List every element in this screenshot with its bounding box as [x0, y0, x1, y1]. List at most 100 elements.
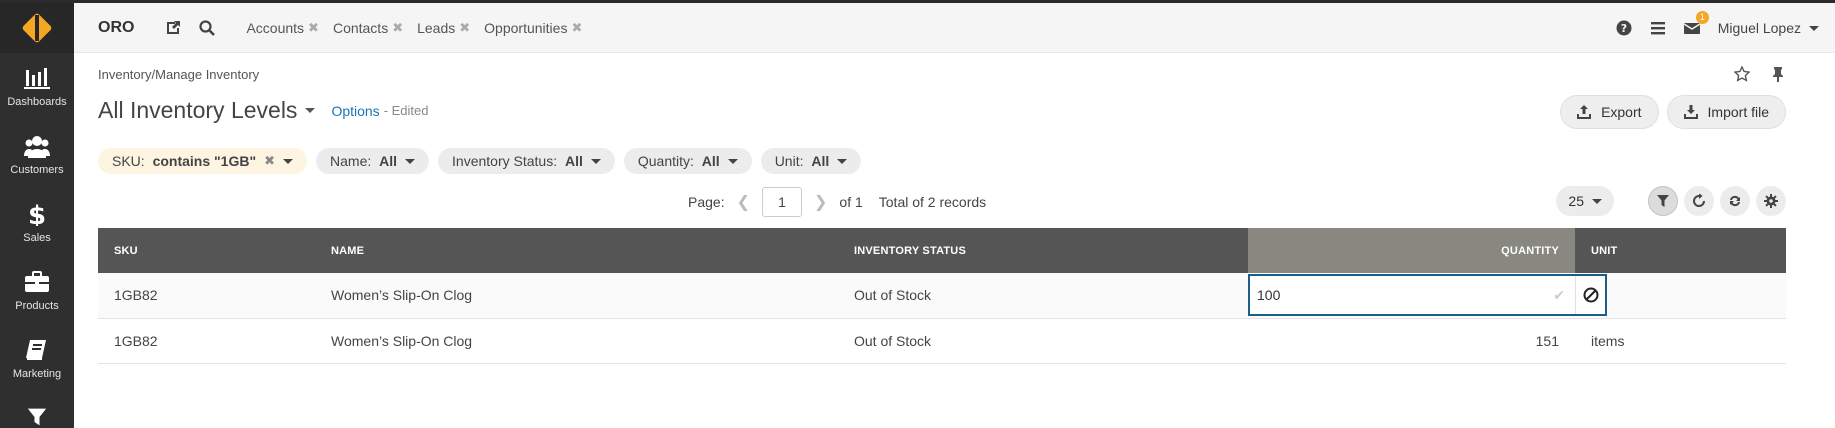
reset-button[interactable] [1684, 186, 1714, 216]
help-icon[interactable]: ? [1616, 20, 1632, 36]
filter-sku[interactable]: SKU: contains "1GB" ✖ [98, 148, 308, 174]
filter-label: Unit: [774, 153, 804, 169]
chevron-down-icon [405, 158, 416, 164]
import-file-button[interactable]: Import file [1666, 95, 1786, 129]
chevron-down-icon [837, 158, 848, 164]
column-header-quantity[interactable]: QUANTITY [1248, 228, 1575, 273]
filter-toggle-button[interactable] [1648, 186, 1678, 216]
sidebar-item-products[interactable]: Products [0, 257, 74, 325]
app-window: Dashboards Customers $ Sales Products Ma… [0, 0, 1835, 428]
sidebar-item-label: Products [15, 300, 59, 312]
filter-quantity[interactable]: Quantity: All [623, 148, 752, 174]
cell-name: Women’s Slip-On Clog [331, 332, 473, 349]
pinned-tab-contacts[interactable]: Contacts ✖ [333, 20, 403, 36]
check-icon[interactable]: ✔ [1553, 287, 1565, 304]
cell-unit[interactable]: items [1575, 318, 1786, 363]
cell-sku: 1GB82 [114, 287, 158, 304]
column-header-unit[interactable]: UNIT [1575, 228, 1786, 273]
chevron-down-icon [727, 158, 738, 164]
quantity-input[interactable] [1250, 287, 1554, 303]
cell-quantity[interactable]: 151 [1248, 318, 1575, 363]
sidebar-item-dashboards[interactable]: Dashboards [0, 53, 74, 121]
column-header-inventory-status[interactable]: INVENTORY STATUS [838, 228, 1248, 273]
grid-options-link[interactable]: Options [331, 103, 379, 119]
inventory-grid: SKU NAME INVENTORY STATUS QUANTITY UNIT … [98, 228, 1786, 364]
cell-status: Out of Stock [854, 332, 932, 349]
gear-icon [1764, 194, 1778, 208]
breadcrumb-current: Manage Inventory [155, 67, 260, 82]
pin-icon[interactable] [1770, 66, 1786, 82]
reset-icon [1693, 194, 1705, 207]
logo-icon [21, 12, 53, 44]
upload-icon [1577, 105, 1592, 119]
header-buttons: Export Import file [1560, 95, 1786, 129]
pinned-tab-leads[interactable]: Leads ✖ [417, 20, 470, 36]
topbar-right: ? 1 Miguel Lopez [1616, 3, 1835, 53]
close-icon[interactable]: ✖ [264, 153, 275, 169]
star-icon[interactable] [1734, 66, 1750, 82]
chevron-down-icon[interactable] [305, 108, 316, 113]
pinned-tab-opportunities[interactable]: Opportunities ✖ [484, 20, 582, 36]
close-icon[interactable]: ✖ [459, 20, 470, 36]
sidebar-item-label: Customers [10, 164, 64, 176]
pinned-tab-label: Contacts [332, 19, 389, 36]
history-icon[interactable] [164, 19, 182, 37]
export-label: Export [1601, 104, 1642, 120]
filter-label: Inventory Status: [452, 153, 558, 169]
svg-text:?: ? [1621, 22, 1627, 35]
page-title[interactable]: All Inventory Levels [98, 97, 297, 124]
filter-label: Name: [330, 153, 372, 169]
book-icon [26, 340, 46, 360]
filter-value: All [564, 153, 583, 169]
breadcrumb: Inventory/Manage Inventory [98, 67, 259, 82]
briefcase-icon [25, 271, 49, 292]
pinned-tab-accounts[interactable]: Accounts ✖ [246, 20, 319, 36]
notification-badge: 1 [1695, 11, 1709, 24]
oro-logo[interactable] [0, 3, 74, 53]
close-icon[interactable]: ✖ [392, 20, 403, 36]
table-row[interactable]: 1GB82 Women’s Slip-On Clog Out of Stock … [98, 318, 1786, 363]
table-row[interactable]: 1GB82 Women’s Slip-On Clog Out of Stock … [98, 273, 1786, 318]
bar-chart-icon [24, 68, 50, 89]
column-header-name[interactable]: NAME [315, 228, 838, 273]
column-header-sku[interactable]: SKU [98, 228, 315, 273]
main-sidebar: Dashboards Customers $ Sales Products Ma… [0, 3, 74, 428]
chevron-down-icon[interactable] [1809, 25, 1819, 31]
user-menu[interactable]: Miguel Lopez [1718, 20, 1801, 36]
brand-name[interactable]: ORO [98, 19, 134, 37]
filter-icon [1657, 195, 1669, 207]
page-size-select[interactable]: 25 [1556, 186, 1614, 216]
refresh-icon [1730, 195, 1740, 207]
settings-button[interactable] [1756, 186, 1786, 216]
filter-inventory-status[interactable]: Inventory Status: All [438, 148, 615, 174]
grid-header-row: SKU NAME INVENTORY STATUS QUANTITY UNIT [98, 228, 1786, 273]
breadcrumb-parent[interactable]: Inventory [98, 67, 151, 82]
close-icon[interactable]: ✖ [308, 20, 319, 36]
refresh-button[interactable] [1720, 186, 1750, 216]
page-size-value: 25 [1568, 193, 1584, 209]
svg-text:$: $ [28, 202, 46, 226]
sidebar-item-customers[interactable]: Customers [0, 121, 74, 189]
chevron-left-icon[interactable]: ❮ [737, 192, 750, 212]
sidebar-item-filter[interactable] [0, 393, 74, 428]
filter-name[interactable]: Name: All [316, 148, 430, 174]
cell-sku: 1GB82 [114, 332, 158, 349]
page-number-input[interactable]: 1 [762, 187, 802, 217]
export-button[interactable]: Export [1560, 95, 1659, 129]
menu-icon[interactable] [1650, 20, 1666, 36]
filter-unit[interactable]: Unit: All [760, 148, 862, 174]
sidebar-item-marketing[interactable]: Marketing [0, 325, 74, 393]
search-icon[interactable] [198, 19, 216, 37]
cancel-edit-button[interactable] [1575, 276, 1605, 314]
close-icon[interactable]: ✖ [571, 20, 582, 36]
sidebar-item-label: Marketing [12, 368, 62, 380]
sidebar-item-sales[interactable]: $ Sales [0, 189, 74, 257]
envelope-icon[interactable]: 1 [1683, 11, 1709, 36]
import-label: Import file [1707, 104, 1769, 120]
total-records: Total of 2 records [878, 194, 987, 210]
filter-value: All [379, 153, 398, 169]
filter-label: Quantity: [637, 153, 694, 169]
ban-icon [1583, 287, 1598, 303]
chevron-right-icon[interactable]: ❯ [814, 192, 827, 212]
page-title-row: All Inventory Levels Options - Edited [98, 97, 429, 124]
